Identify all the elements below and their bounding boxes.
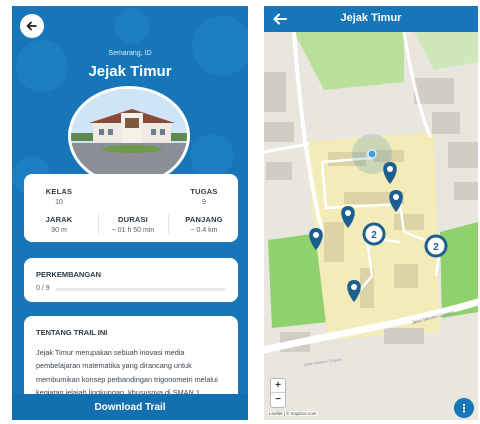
zoom-in-button[interactable]: +: [271, 379, 285, 393]
progress-title: PERKEMBANGAN: [36, 270, 102, 279]
back-button[interactable]: [20, 14, 44, 38]
map-top-bar: Jejak Timur: [264, 6, 478, 32]
more-options-button[interactable]: ⋮: [454, 398, 474, 418]
stat-panjang: PANJANG ~ 0.4 km: [185, 215, 223, 234]
zoom-out-button[interactable]: −: [271, 393, 285, 407]
stat-kelas: KELAS 10: [45, 187, 73, 206]
back-arrow-icon: [26, 21, 37, 31]
stat-durasi: DURASI ~ 01 h 50 min: [111, 215, 155, 234]
progress-count: 0 / 9: [36, 285, 50, 292]
stat-divider: [98, 214, 99, 234]
stat-tugas: TUGAS 9: [190, 187, 218, 206]
cluster-count: 2: [371, 230, 377, 241]
stat-divider: [168, 214, 169, 234]
trail-detail-screen: Semarang, ID Jejak Timur KELAS 10 TUGAS …: [12, 6, 248, 420]
progress-card: PERKEMBANGAN 0 / 9: [24, 258, 238, 302]
cluster-count: 2: [433, 242, 439, 253]
about-title: TENTANG TRAIL INI: [36, 328, 108, 337]
progress-bar: [56, 288, 226, 291]
trail-map[interactable]: Jalan Menteri Supeno Jalan Menteri Supen…: [264, 32, 478, 420]
map-title: Jejak Timur: [340, 12, 402, 24]
trail-photo: [68, 86, 190, 186]
trail-title: Jejak Timur: [88, 63, 172, 80]
map-attribution: Leaflet | © mapbox.com: [268, 411, 318, 416]
zoom-control: + −: [270, 378, 286, 408]
cluster-marker-icon[interactable]: 2: [362, 222, 386, 246]
download-trail-button[interactable]: Download Trail: [12, 394, 248, 420]
trail-city: Semarang, ID: [108, 50, 152, 57]
stat-jarak: JARAK 90 m: [45, 215, 73, 234]
more-vertical-icon: ⋮: [458, 402, 470, 415]
trail-map-screen: Jejak Timur Jalan Menteri Supeno Jalan M…: [264, 6, 478, 420]
cluster-marker-icon[interactable]: 2: [424, 234, 448, 258]
trail-stats-card: KELAS 10 TUGAS 9 JARAK 90 m DURASI ~ 01 …: [24, 174, 238, 242]
